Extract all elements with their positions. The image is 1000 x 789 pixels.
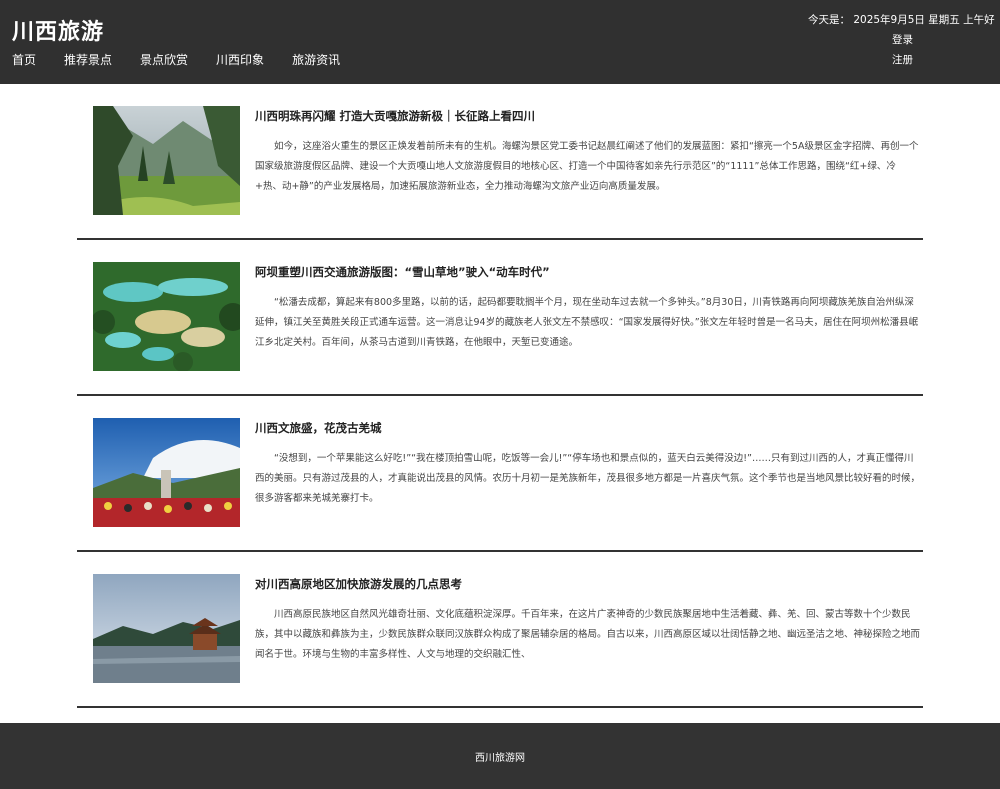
date-area: 今天是： 2025年9月5日 星期五 上午好 xyxy=(808,12,995,27)
article-summary: “松潘去成都，算起来有800多里路，以前的话，起码都要耽搁半个月，现在坐动车过去… xyxy=(255,297,919,348)
turquoise-pools-photo[interactable] xyxy=(93,262,240,371)
article-item: 川西文旅盛，花茂古羌城 “没想到，一个苹果能这么好吃!”“我在楼顶拍雪山呢，吃饭… xyxy=(77,396,923,552)
site-footer: 西川旅游网 xyxy=(0,723,1000,789)
register-link[interactable]: 注册 xyxy=(892,54,913,66)
nav-impressions[interactable]: 川西印象 xyxy=(216,53,264,67)
date-text: 今天是： 2025年9月5日 星期五 上午好 xyxy=(808,14,995,26)
site-header: 川西旅游 首页 推荐景点 景点欣赏 川西印象 旅游资讯 今天是： 2025年9月… xyxy=(0,0,1000,84)
article-item: 阿坝重塑川西交通旅游版图：“雪山草地”驶入“动车时代” “松潘去成都，算起来有8… xyxy=(77,240,923,396)
article-summary: “没想到，一个苹果能这么好吃!”“我在楼顶拍雪山呢，吃饭等一会儿!”“停车场也和… xyxy=(255,453,921,504)
nav-travel-news[interactable]: 旅游资讯 xyxy=(292,53,340,67)
lake-pavilion-photo[interactable] xyxy=(93,574,240,683)
article-title[interactable]: 川西明珠再闪耀 打造大贡嘎旅游新极｜长征路上看四川 xyxy=(255,108,915,124)
nav-recommended-spots[interactable]: 推荐景点 xyxy=(64,53,112,67)
nav-home[interactable]: 首页 xyxy=(12,53,36,67)
auth-links: 登录 注册 xyxy=(892,34,913,74)
article-summary: 川西高原民族地区自然风光雄奇壮丽、文化底蕴积淀深厚。千百年来，在这片广袤神奇的少… xyxy=(255,609,921,660)
forest-valley-photo[interactable] xyxy=(93,106,240,215)
article-summary: 如今，这座浴火重生的景区正焕发着前所未有的生机。海螺沟景区党工委书记赵晨红阐述了… xyxy=(255,141,919,192)
article-list: 川西明珠再闪耀 打造大贡嘎旅游新极｜长征路上看四川 如今，这座浴火重生的景区正焕… xyxy=(77,84,923,708)
login-link[interactable]: 登录 xyxy=(892,34,913,46)
article-item: 对川西高原地区加快旅游发展的几点思考 川西高原民族地区自然风光雄奇壮丽、文化底蕴… xyxy=(77,552,923,708)
article-item: 川西明珠再闪耀 打造大贡嘎旅游新极｜长征路上看四川 如今，这座浴火重生的景区正焕… xyxy=(77,84,923,240)
nav-scenic-gallery[interactable]: 景点欣赏 xyxy=(140,53,188,67)
site-title[interactable]: 川西旅游 xyxy=(12,14,104,46)
article-title[interactable]: 阿坝重塑川西交通旅游版图：“雪山草地”驶入“动车时代” xyxy=(255,264,915,280)
article-title[interactable]: 对川西高原地区加快旅游发展的几点思考 xyxy=(255,576,915,592)
article-title[interactable]: 川西文旅盛，花茂古羌城 xyxy=(255,420,915,436)
qiang-festival-photo[interactable] xyxy=(93,418,240,527)
main-nav: 首页 推荐景点 景点欣赏 川西印象 旅游资讯 xyxy=(12,53,368,67)
footer-text: 西川旅游网 xyxy=(475,752,525,764)
